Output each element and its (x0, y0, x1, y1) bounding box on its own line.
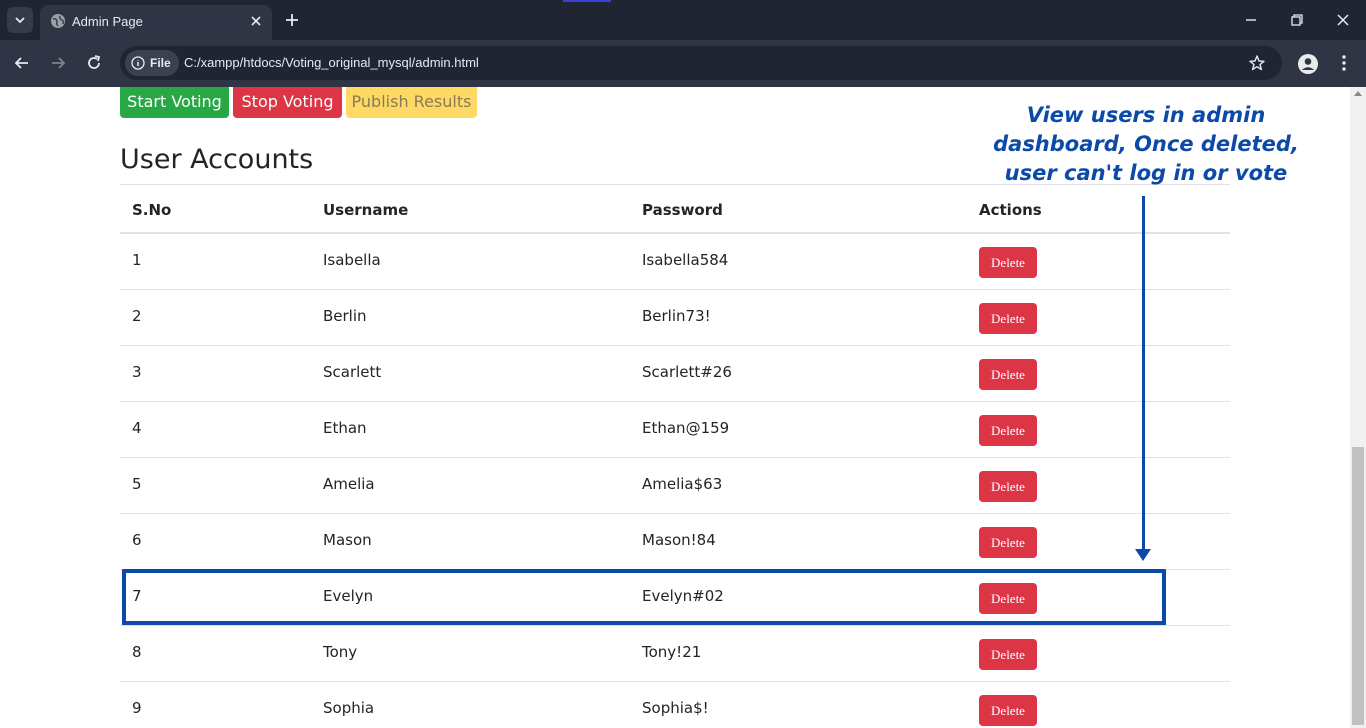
cell-password: Ethan@159 (642, 419, 730, 437)
cell-password: Mason!84 (642, 531, 716, 549)
cell-username: Sophia (323, 699, 375, 717)
cell-sno: 1 (132, 251, 142, 269)
annotation-arrow-head (1135, 549, 1151, 561)
table-row: 4 Ethan Ethan@159 Delete (120, 402, 1230, 458)
stop-voting-button[interactable]: Stop Voting (233, 87, 342, 118)
table-row: 1 Isabella Isabella584 Delete (120, 234, 1230, 290)
cell-username: Amelia (323, 475, 375, 493)
cell-username: Isabella (323, 251, 381, 269)
header-password: Password (642, 201, 723, 219)
chevron-down-icon (15, 17, 25, 24)
bookmark-star-icon[interactable] (1248, 54, 1266, 72)
table-row: 6 Mason Mason!84 Delete (120, 514, 1230, 570)
back-icon[interactable] (12, 53, 32, 73)
cell-password: Amelia$63 (642, 475, 723, 493)
table-row: 3 Scarlett Scarlett#26 Delete (120, 346, 1230, 402)
cell-sno: 5 (132, 475, 142, 493)
cell-password: Sophia$! (642, 699, 709, 717)
delete-button[interactable]: Delete (979, 471, 1037, 502)
cell-password: Tony!21 (642, 643, 702, 661)
close-window-icon[interactable] (1335, 12, 1351, 28)
cell-password: Scarlett#26 (642, 363, 732, 381)
reload-icon[interactable] (84, 53, 104, 73)
cell-username: Mason (323, 531, 372, 549)
tab-title: Admin Page (72, 14, 143, 29)
annotation-arrow-line (1142, 196, 1145, 552)
minimize-icon[interactable] (1243, 12, 1259, 28)
profile-icon[interactable] (1297, 53, 1319, 75)
cell-sno: 2 (132, 307, 142, 325)
new-tab-icon[interactable] (282, 10, 302, 30)
delete-button[interactable]: Delete (979, 639, 1037, 670)
accent-strip (563, 0, 611, 2)
delete-button[interactable]: Delete (979, 359, 1037, 390)
cell-username: Tony (323, 643, 358, 661)
cell-sno: 3 (132, 363, 142, 381)
file-chip-label: File (150, 56, 171, 70)
table-header: S.No Username Password Actions (120, 184, 1230, 234)
close-icon[interactable] (248, 13, 264, 29)
browser-toolbar: File C:/xampp/htdocs/Voting_original_mys… (0, 40, 1366, 87)
delete-button[interactable]: Delete (979, 303, 1037, 334)
cell-username: Berlin (323, 307, 367, 325)
delete-button[interactable]: Delete (979, 695, 1037, 726)
more-menu-icon[interactable] (1336, 53, 1352, 73)
table-row: 8 Tony Tony!21 Delete (120, 626, 1230, 682)
cell-username: Ethan (323, 419, 367, 437)
start-voting-button[interactable]: Start Voting (120, 87, 229, 118)
address-bar[interactable]: File C:/xampp/htdocs/Voting_original_mys… (120, 46, 1282, 80)
scroll-up-arrow-icon[interactable] (1354, 91, 1362, 96)
delete-button[interactable]: Delete (979, 415, 1037, 446)
header-username: Username (323, 201, 409, 219)
browser-tab-bar: Admin Page (0, 0, 1366, 40)
header-actions: Actions (979, 201, 1042, 219)
forward-icon[interactable] (48, 53, 68, 73)
table-row: 5 Amelia Amelia$63 Delete (120, 458, 1230, 514)
table-row: 9 Sophia Sophia$! Delete (120, 682, 1230, 728)
page-content: Start Voting Stop Voting Publish Results… (0, 87, 1350, 728)
cell-sno: 6 (132, 531, 142, 549)
cell-password: Berlin73! (642, 307, 711, 325)
site-info-chip[interactable]: File (125, 50, 179, 76)
publish-results-button[interactable]: Publish Results (346, 87, 477, 118)
page-title: User Accounts (120, 144, 314, 175)
delete-button[interactable]: Delete (979, 527, 1037, 558)
cell-sno: 4 (132, 419, 142, 437)
restore-icon[interactable] (1289, 12, 1305, 28)
url-text[interactable]: C:/xampp/htdocs/Voting_original_mysql/ad… (184, 55, 479, 70)
info-icon (131, 56, 145, 70)
vertical-scrollbar[interactable] (1350, 87, 1366, 728)
header-sno: S.No (132, 201, 172, 219)
highlight-box (122, 569, 1166, 625)
cell-password: Isabella584 (642, 251, 729, 269)
delete-button[interactable]: Delete (979, 247, 1037, 278)
tab-search-button[interactable] (7, 7, 33, 33)
globe-icon (51, 14, 65, 28)
scroll-thumb[interactable] (1352, 447, 1364, 725)
table-row: 2 Berlin Berlin73! Delete (120, 290, 1230, 346)
cell-username: Scarlett (323, 363, 382, 381)
browser-tab[interactable]: Admin Page (40, 5, 272, 40)
cell-sno: 9 (132, 699, 142, 717)
user-accounts-table: S.No Username Password Actions 1 Isabell… (120, 184, 1230, 728)
cell-sno: 8 (132, 643, 142, 661)
annotation-callout: View users in admin dashboard, Once dele… (993, 103, 1299, 185)
